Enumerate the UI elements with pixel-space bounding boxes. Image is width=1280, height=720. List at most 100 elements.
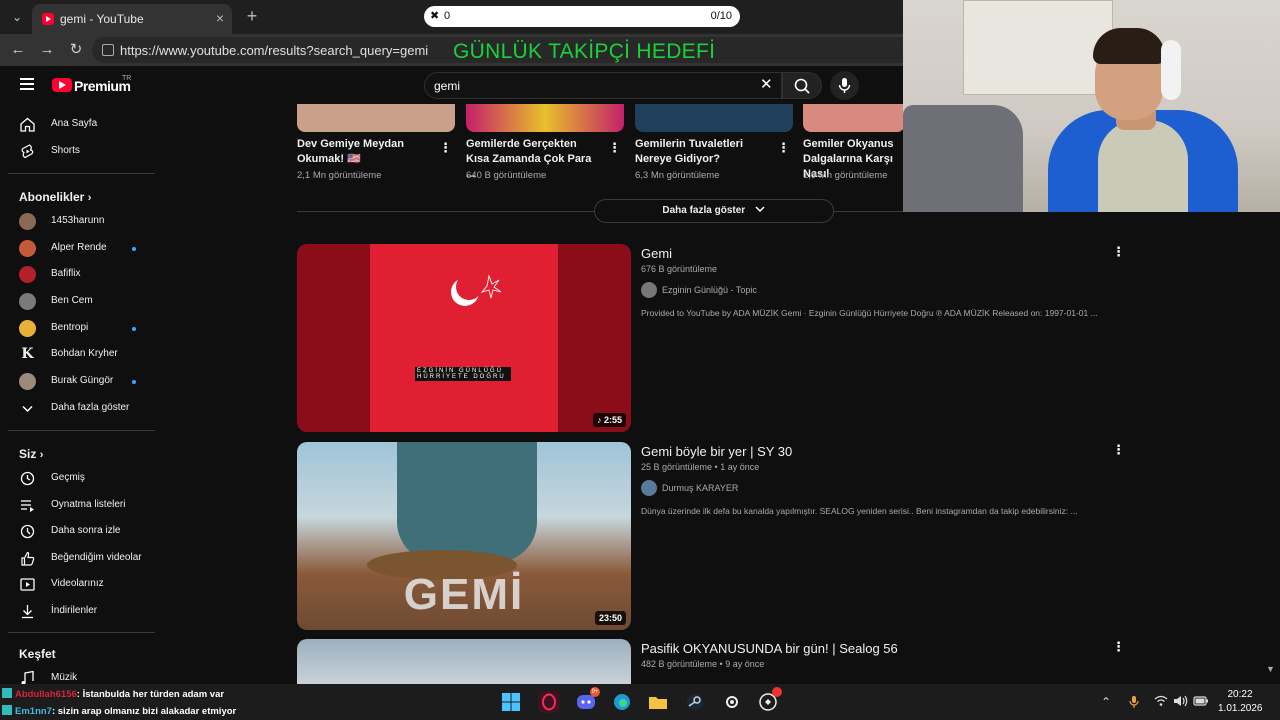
sidebar-item-home[interactable]: Ana Sayfa <box>0 112 155 138</box>
channel-name[interactable]: Durmuş KARAYER <box>662 483 738 493</box>
chat-text: : sizin arap olmanız bizi alakadar etmiy… <box>51 706 237 717</box>
clear-search-icon[interactable]: ✕ <box>760 75 773 93</box>
more-options-icon[interactable]: ⋮ <box>777 140 790 156</box>
subscriptions-title: Abonelikler <box>19 190 85 204</box>
short-title[interactable]: Gemilerin Tuvaletleri Nereye Gidiyor? <box>635 137 767 167</box>
video-result[interactable]: Pasifik OKYANUSUNDA bir gün! | Sealog 56… <box>297 639 1127 684</box>
file-explorer-icon[interactable] <box>647 691 669 713</box>
sidebar-item-watch-later[interactable]: Daha sonra izle <box>0 519 155 545</box>
sidebar-item-bafiflix[interactable]: Bafiflix <box>0 262 155 288</box>
show-more-button[interactable]: Daha fazla göster <box>594 199 834 223</box>
home-icon <box>20 117 35 132</box>
battery-icon[interactable] <box>1193 695 1209 710</box>
voice-search-button[interactable] <box>830 71 859 100</box>
sidebar-show-more[interactable]: Daha fazla göster <box>0 396 155 422</box>
sidebar-item-your-videos[interactable]: Videolarınız <box>0 572 155 598</box>
video-title[interactable]: Gemi böyle bir yer | SY 30 <box>641 444 792 459</box>
chevron-down-icon <box>22 405 33 413</box>
short-thumbnail[interactable] <box>635 104 793 132</box>
your-videos-icon <box>20 578 35 591</box>
channel-name[interactable]: Ezginin Günlüğü - Topic <box>662 285 757 295</box>
video-result[interactable]: GEMİ 23:50 Gemi böyle bir yer | SY 30 25… <box>297 442 1127 632</box>
new-tab-button[interactable]: + <box>242 6 262 27</box>
clock[interactable]: 20:22 1.01.2026 <box>1218 688 1263 716</box>
video-meta: 482 B görüntüleme • 9 ay önce <box>641 659 765 669</box>
you-heading[interactable]: Siz › <box>19 447 43 461</box>
follower-goal-bar: ✖ 0 0/10 <box>424 6 740 27</box>
sidebar-divider <box>8 632 155 633</box>
sidebar-item-ben-cem[interactable]: Ben Cem <box>0 289 155 315</box>
goal-count: 0 <box>444 10 451 22</box>
sidebar-item-downloads[interactable]: İndirilenler <box>0 599 155 625</box>
start-windows-icon[interactable] <box>500 691 522 713</box>
menu-icon[interactable] <box>20 78 34 90</box>
clock-date: 1.01.2026 <box>1218 703 1263 714</box>
volume-icon[interactable] <box>1173 695 1189 710</box>
sidebar-item-burak-gungor[interactable]: Burak Güngör <box>0 369 155 395</box>
sidebar-item-music[interactable]: Müzik <box>0 666 155 684</box>
sidebar-item-history[interactable]: Geçmiş <box>0 466 155 492</box>
sidebar-item-label: Burak Güngör <box>51 375 114 386</box>
more-options-icon[interactable]: ⋮ <box>1112 639 1125 655</box>
like-icon <box>21 551 35 566</box>
sidebar-item-label: Alper Rende <box>51 242 107 253</box>
opera-gx-icon[interactable] <box>538 691 560 713</box>
site-info-icon[interactable] <box>102 44 114 56</box>
sidebar-item-label: Bafiflix <box>51 268 81 279</box>
scroll-down-arrow-icon[interactable]: ▼ <box>1266 664 1275 674</box>
screen: ⌄ gemi - YouTube × + ← → ↻ https://www.y… <box>0 0 1280 720</box>
chevron-up-icon[interactable]: ⌃ <box>1101 695 1111 709</box>
watch-later-icon <box>20 524 35 539</box>
search-input[interactable]: gemi <box>424 72 782 99</box>
forward-arrow-icon[interactable]: → <box>37 40 57 60</box>
short-thumbnail[interactable] <box>297 104 455 132</box>
tab-search-icon[interactable]: ⌄ <box>8 8 26 26</box>
steam-icon[interactable] <box>684 691 706 713</box>
sidebar-item-playlists[interactable]: Oynatma listeleri <box>0 493 155 519</box>
sidebar-item-shorts[interactable]: Shorts <box>0 139 155 165</box>
video-title[interactable]: Pasifik OKYANUSUNDA bir gün! | Sealog 56 <box>641 641 898 656</box>
sidebar-item-1453harunn[interactable]: 1453harunn <box>0 209 155 235</box>
more-options-icon[interactable]: ⋮ <box>608 140 621 156</box>
settings-gear-icon[interactable] <box>721 691 743 713</box>
search-button[interactable] <box>782 72 822 99</box>
more-options-icon[interactable]: ⋮ <box>439 140 452 156</box>
video-duration: 23:50 <box>594 611 626 625</box>
sidebar-item-label: Müzik <box>51 672 78 683</box>
video-thumbnail[interactable]: EZGİNİN GÜNLÜĞÜ HÜRRİYETE DOĞRU ♪ 2:55 <box>297 244 631 432</box>
sidebar-item-bentropi[interactable]: Bentropi <box>0 316 155 342</box>
crescent-star-icon <box>451 274 502 306</box>
edge-icon[interactable] <box>611 691 633 713</box>
back-arrow-icon[interactable]: ← <box>8 40 28 60</box>
wifi-icon[interactable] <box>1154 695 1168 710</box>
microphone-tray-icon[interactable] <box>1128 695 1140 712</box>
sidebar-item-label: 1453harunn <box>51 215 105 226</box>
video-result[interactable]: EZGİNİN GÜNLÜĞÜ HÜRRİYETE DOĞRU ♪ 2:55 G… <box>297 244 1127 434</box>
avatar <box>19 213 36 230</box>
video-title[interactable]: Gemi <box>641 246 672 261</box>
video-description: Dünya üzerinde ilk defa bu kanalda yapıl… <box>641 506 1078 516</box>
avatar: K <box>19 346 36 363</box>
sidebar-item-alper-rende[interactable]: Alper Rende <box>0 236 155 262</box>
youtube-logo-icon[interactable] <box>52 78 72 92</box>
more-options-icon[interactable]: ⋮ <box>1112 442 1125 458</box>
video-thumbnail[interactable]: GEMİ 23:50 <box>297 442 631 630</box>
tab-youtube[interactable]: gemi - YouTube × <box>32 4 232 34</box>
tab-close-icon[interactable]: × <box>216 10 224 26</box>
short-thumbnail[interactable] <box>803 104 905 132</box>
subscriptions-heading[interactable]: Abonelikler › <box>19 190 91 204</box>
sidebar-item-bohdan-kryher[interactable]: K Bohdan Kryher <box>0 342 155 368</box>
short-title[interactable]: Dev Gemiye Meydan Okumak! 🇺🇸 <box>297 137 429 167</box>
sidebar-item-liked-videos[interactable]: Beğendiğim videolar <box>0 546 155 572</box>
channel-avatar[interactable] <box>641 480 657 496</box>
video-thumbnail[interactable] <box>297 639 631 684</box>
sidebar-item-label: Daha sonra izle <box>51 525 121 536</box>
reload-icon[interactable]: ↻ <box>66 40 86 60</box>
new-content-dot <box>132 327 136 331</box>
avatar <box>19 373 36 390</box>
short-thumbnail[interactable] <box>466 104 624 132</box>
sidebar-item-label: Beğendiğim videolar <box>51 552 142 563</box>
channel-avatar[interactable] <box>641 282 657 298</box>
more-options-icon[interactable]: ⋮ <box>1112 244 1125 260</box>
search-value: gemi <box>434 79 461 93</box>
